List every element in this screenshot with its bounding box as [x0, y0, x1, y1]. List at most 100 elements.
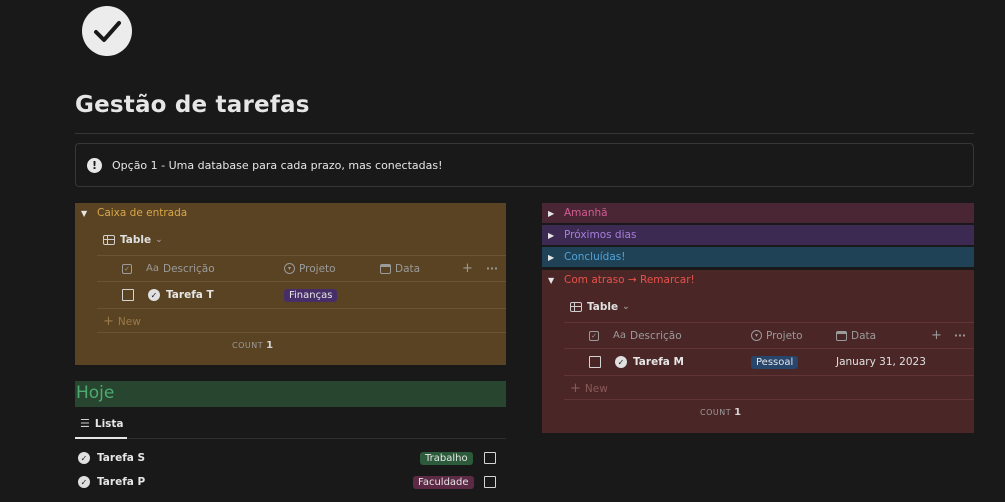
row-name: Tarefa M [633, 356, 684, 368]
toggle-closed-icon[interactable]: ▶ [548, 231, 564, 240]
divider [564, 399, 974, 400]
page-check-icon[interactable] [82, 6, 132, 56]
item-checkbox[interactable] [484, 476, 496, 488]
new-row-button[interactable]: + New [103, 314, 141, 329]
table-row[interactable]: ✓ Tarefa T Finanças [97, 282, 506, 308]
column-project[interactable]: ▾ Projeto [284, 263, 336, 275]
inbox-toggle-title: Caixa de entrada [97, 207, 188, 219]
row-name: Tarefa T [166, 289, 214, 301]
inbox-view-tab[interactable]: Table ⌄ [103, 234, 163, 246]
table-row[interactable]: ✓ Tarefa M Pessoal January 31, 2023 [564, 349, 974, 375]
project-tag[interactable]: Finanças [284, 288, 338, 302]
checkbox-column-icon: ✓ [122, 263, 132, 274]
lista-label: Lista [94, 417, 124, 430]
toggle-amanha[interactable]: ▶ Amanhã [542, 203, 974, 223]
new-label: New [584, 382, 608, 395]
checkbox-column-icon: ✓ [589, 330, 599, 341]
toggle-proximos-dias[interactable]: ▶ Próximos dias [542, 225, 974, 245]
count-label: COUNT [232, 341, 264, 350]
new-row-button[interactable]: + New [570, 381, 608, 396]
column-name[interactable]: Descrição [630, 330, 682, 342]
title-divider [75, 133, 974, 134]
row-checkbox[interactable] [122, 289, 134, 301]
toggle-title: Próximos dias [564, 229, 637, 241]
new-label: New [117, 315, 141, 328]
column-date[interactable]: Data [836, 330, 876, 342]
toggle-open-icon[interactable]: ▼ [81, 209, 97, 218]
hoje-heading[interactable]: Hoje [76, 383, 114, 403]
check-circle-icon: ✓ [615, 356, 627, 368]
plus-icon: + [103, 314, 114, 329]
list-icon: ☰ [80, 417, 90, 430]
table-icon [103, 235, 115, 245]
toggle-concluidas[interactable]: ▶ Concluídas! [542, 247, 974, 267]
chevron-down-icon: ⌄ [622, 302, 630, 312]
callout-text: Opção 1 - Uma database para cada prazo, … [112, 158, 443, 172]
row-name-cell[interactable]: ✓ Tarefa T [148, 289, 214, 301]
calendar-icon [380, 263, 391, 274]
list-item[interactable]: ✓ Tarefa S Trabalho [78, 450, 506, 466]
inbox-toggle-block: ▼ Caixa de entrada Table ⌄ ✓ Aa Descrição… [75, 203, 506, 365]
item-checkbox[interactable] [484, 452, 496, 464]
chevron-down-icon: ⌄ [155, 235, 163, 245]
count-label: COUNT [700, 408, 732, 417]
column-date-label: Data [395, 262, 421, 275]
toggle-title: Concluídas! [564, 251, 626, 263]
overdue-view-tab[interactable]: Table ⌄ [570, 301, 630, 313]
row-date[interactable]: January 31, 2023 [836, 356, 926, 368]
add-column-icon[interactable]: + [931, 328, 942, 343]
page-title[interactable]: Gestão de tarefas [75, 92, 310, 118]
count-footer[interactable]: COUNT 1 [700, 407, 742, 418]
count-value: 1 [266, 340, 274, 351]
toggle-open-icon[interactable]: ▼ [548, 276, 564, 285]
divider [97, 332, 506, 333]
divider [75, 438, 506, 439]
callout: ! Opção 1 - Uma database para cada prazo… [75, 143, 974, 187]
category-tag[interactable]: Faculdade [413, 475, 474, 489]
check-circle-icon: ✓ [78, 476, 90, 488]
select-prop-icon: ▾ [751, 330, 762, 341]
text-prop-icon: Aa [146, 263, 159, 274]
toggle-closed-icon[interactable]: ▶ [548, 253, 564, 262]
calendar-icon [836, 330, 847, 341]
table-icon [570, 302, 582, 312]
add-column-icon[interactable]: + [462, 261, 473, 276]
category-tag[interactable]: Trabalho [420, 451, 473, 465]
row-name-cell[interactable]: ✓ Tarefa M [615, 356, 684, 368]
overdue-toggle-header[interactable]: ▼ Com atraso → Remarcar! [542, 270, 974, 290]
lista-view-tab[interactable]: ☰ Lista [80, 417, 124, 430]
divider [97, 308, 506, 309]
overdue-toggle-block: ▼ Com atraso → Remarcar! Table ⌄ ✓ Aa Des… [542, 270, 974, 433]
column-project-label: Projeto [766, 329, 803, 342]
divider [564, 375, 974, 376]
column-date[interactable]: Data [380, 263, 420, 275]
count-footer[interactable]: COUNT 1 [232, 340, 274, 351]
project-tag[interactable]: Pessoal [751, 355, 799, 369]
toggle-closed-icon[interactable]: ▶ [548, 209, 564, 218]
exclamation-icon: ! [87, 157, 102, 173]
view-label: Table [120, 234, 152, 246]
toggle-title: Amanhã [564, 207, 608, 219]
list-item[interactable]: ✓ Tarefa P Faculdade [78, 474, 506, 490]
overdue-toggle-title: Com atraso → Remarcar! [564, 274, 695, 286]
column-project-label: Projeto [299, 262, 336, 275]
text-prop-icon: Aa [613, 330, 626, 341]
column-name[interactable]: Descrição [163, 263, 215, 275]
more-options-icon[interactable]: ··· [954, 330, 966, 342]
check-circle-icon: ✓ [78, 452, 90, 464]
active-tab-underline [75, 437, 127, 439]
more-options-icon[interactable]: ··· [486, 263, 498, 275]
overdue-table-header: ✓ Aa Descrição ▾ Projeto Data + ··· [564, 323, 974, 348]
list-item-name: Tarefa P [97, 476, 146, 488]
row-checkbox[interactable] [589, 356, 601, 368]
column-project[interactable]: ▾ Projeto [751, 330, 803, 342]
list-item-name: Tarefa S [97, 452, 146, 464]
view-label: Table [587, 301, 619, 313]
check-circle-icon: ✓ [148, 289, 160, 301]
column-date-label: Data [851, 329, 877, 342]
hoje-heading-bg [75, 381, 506, 407]
inbox-toggle-header[interactable]: ▼ Caixa de entrada [75, 203, 506, 223]
inbox-table-header: ✓ Aa Descrição ▾ Projeto Data + ··· [97, 256, 506, 281]
plus-icon: + [570, 381, 581, 396]
select-prop-icon: ▾ [284, 263, 295, 274]
